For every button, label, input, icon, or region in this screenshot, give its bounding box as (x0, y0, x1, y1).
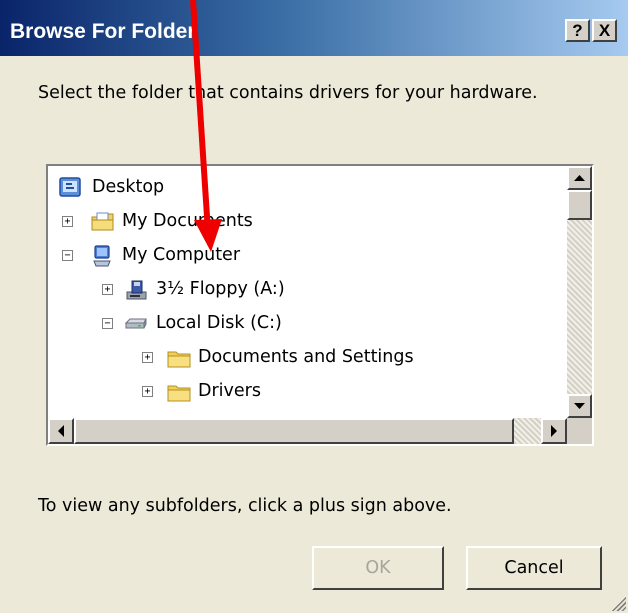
my-computer-icon (93, 245, 111, 267)
scroll-down-button[interactable] (567, 394, 592, 418)
vertical-scroll-thumb[interactable] (567, 190, 592, 220)
my-documents-icon (91, 212, 114, 231)
browse-for-folder-dialog: Browse For Folder ? X Select the folder … (0, 0, 628, 613)
vertical-scrollbar[interactable] (567, 166, 592, 418)
folder-icon (167, 351, 191, 368)
title-bar[interactable]: Browse For Folder ? X (0, 0, 628, 56)
close-button[interactable]: X (592, 19, 617, 42)
folder-tree[interactable]: Desktop + My Documents − My Computer + 3… (46, 164, 594, 446)
instructions-text: Select the folder that contains drivers … (38, 83, 538, 103)
tree-item-drivers[interactable]: + Drivers (142, 378, 502, 408)
expand-toggle[interactable]: + (62, 216, 73, 227)
window-title: Browse For Folder (10, 20, 196, 43)
folder-icon (167, 385, 191, 402)
scroll-up-button[interactable] (567, 166, 592, 190)
tree-item-documents-and-settings[interactable]: + Documents and Settings (142, 344, 502, 374)
horizontal-scrollbar[interactable] (48, 418, 567, 444)
desktop-icon (59, 177, 81, 197)
expand-toggle[interactable]: + (102, 284, 113, 295)
tree-item-floppy-a[interactable]: + 3½ Floppy (A:) (102, 276, 432, 306)
arrow-left-icon (58, 425, 64, 437)
tree-item-label: Drivers (198, 381, 261, 401)
expand-toggle[interactable]: + (142, 352, 153, 363)
collapse-toggle[interactable]: − (102, 318, 113, 329)
hard-disk-icon (124, 318, 147, 329)
scroll-right-button[interactable] (541, 418, 567, 444)
floppy-drive-icon (126, 280, 147, 300)
tree-item-desktop[interactable]: Desktop (54, 174, 354, 204)
tree-item-my-computer[interactable]: − My Computer (62, 242, 392, 272)
scrollbar-corner (567, 418, 592, 444)
subfolder-hint-text: To view any subfolders, click a plus sig… (38, 496, 452, 516)
arrow-down-icon (574, 403, 585, 409)
arrow-up-icon (574, 175, 585, 181)
horizontal-scroll-thumb[interactable] (74, 418, 514, 444)
resize-grip[interactable] (610, 595, 626, 611)
tree-item-my-documents[interactable]: + My Documents (62, 208, 392, 238)
collapse-toggle[interactable]: − (62, 250, 73, 261)
tree-item-partial (142, 411, 202, 418)
tree-item-label: 3½ Floppy (A:) (156, 279, 285, 299)
expand-toggle[interactable]: + (142, 386, 153, 397)
tree-item-label: Documents and Settings (198, 347, 414, 367)
tree-item-label: Desktop (92, 177, 165, 197)
ok-button[interactable]: OK (312, 546, 444, 590)
folder-tree-list: Desktop + My Documents − My Computer + 3… (48, 166, 567, 418)
tree-item-label: My Computer (122, 245, 241, 265)
tree-item-local-disk-c[interactable]: − Local Disk (C:) (102, 310, 432, 340)
tree-item-label: My Documents (122, 211, 253, 231)
cancel-button[interactable]: Cancel (466, 546, 602, 590)
arrow-right-icon (551, 425, 557, 437)
tree-item-label: Local Disk (C:) (156, 313, 282, 333)
help-button[interactable]: ? (565, 19, 590, 42)
scroll-left-button[interactable] (48, 418, 74, 444)
